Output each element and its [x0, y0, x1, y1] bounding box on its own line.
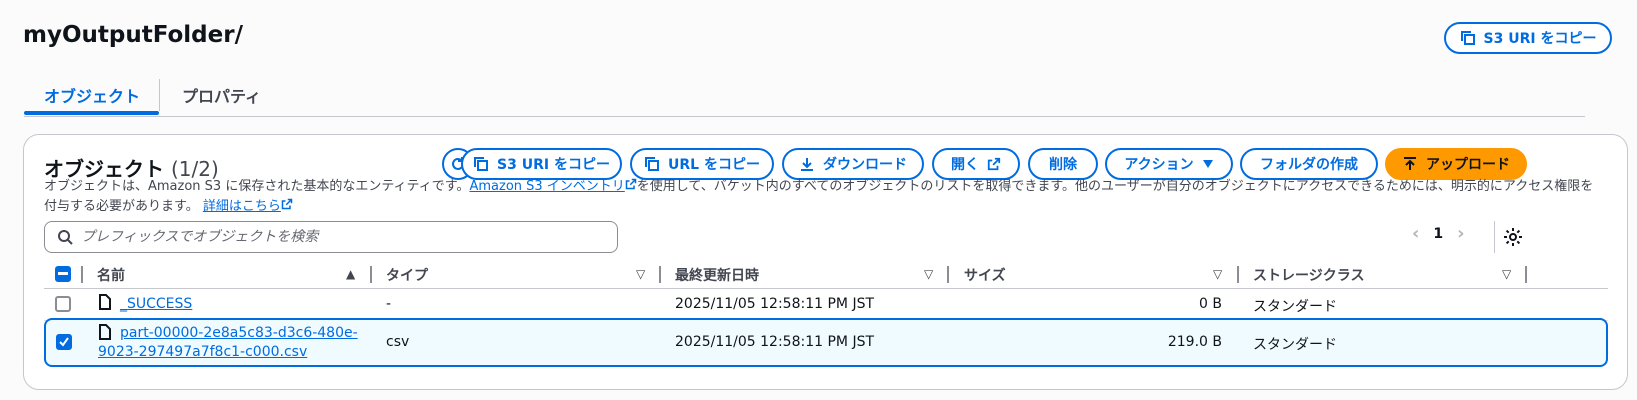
pager-divider — [1494, 221, 1495, 253]
objects-toolbar: S3 URI をコピー URL をコピー ダウンロード 開く 削除 アクション … — [24, 147, 1627, 181]
copy-s3-uri-button[interactable]: S3 URI をコピー — [1444, 22, 1612, 54]
column-header-storage-class[interactable]: ストレージクラス — [1253, 265, 1364, 285]
upload-icon — [1404, 157, 1416, 170]
sort-ascending-icon[interactable]: ▲ — [346, 267, 355, 281]
table-row[interactable]: _SUCCESS - 2025/11/05 12:58:11 PM JST 0 … — [44, 289, 1608, 321]
copy-s3-uri-toolbar-label: S3 URI をコピー — [497, 157, 610, 173]
inventory-link-label: Amazon S3 インベントリ — [469, 179, 625, 194]
copy-url-button[interactable]: URL をコピー — [630, 148, 774, 180]
copy-s3-uri-toolbar-button[interactable]: S3 URI をコピー — [461, 148, 622, 180]
object-size: 0 B — [1199, 296, 1222, 312]
learn-more-link[interactable]: 詳細はこちら — [202, 198, 293, 214]
column-header-last-modified[interactable]: 最終更新日時 — [675, 265, 759, 285]
tab-objects[interactable]: オブジェクト — [44, 83, 140, 107]
tab-divider — [159, 79, 160, 111]
actions-dropdown-button[interactable]: アクション — [1105, 148, 1233, 180]
prev-page-icon[interactable]: ‹ — [1412, 223, 1419, 244]
external-link-icon — [987, 157, 1001, 171]
sort-icon[interactable]: ▽ — [1502, 267, 1511, 281]
actions-label: アクション — [1124, 157, 1194, 173]
copy-icon — [474, 157, 489, 171]
search-field[interactable] — [44, 221, 618, 253]
column-separator — [81, 266, 83, 283]
search-icon — [58, 230, 73, 245]
external-link-icon — [625, 178, 637, 190]
object-storage-class: スタンダード — [1253, 299, 1337, 315]
create-folder-button[interactable]: フォルダの作成 — [1240, 148, 1378, 180]
file-icon — [99, 294, 111, 310]
sort-icon[interactable]: ▽ — [924, 267, 933, 281]
copy-url-label: URL をコピー — [668, 157, 760, 173]
row-checkbox[interactable] — [55, 296, 71, 312]
inventory-link[interactable]: Amazon S3 インベントリ — [469, 178, 637, 194]
open-label: 開く — [951, 157, 979, 173]
object-last-modified: 2025/11/05 12:58:11 PM JST — [675, 296, 875, 312]
column-header-type[interactable]: タイプ — [386, 265, 428, 285]
upload-label: アップロード — [1426, 157, 1510, 173]
checkmark-icon — [59, 337, 69, 347]
tab-bar: オブジェクト プロパティ — [24, 75, 1585, 117]
object-type: - — [386, 296, 392, 312]
column-header-name[interactable]: 名前 — [97, 265, 125, 285]
object-name-link-line-1[interactable]: part-00000-2e8a5c83-d3c6-480e- — [120, 325, 358, 341]
learn-more-label: 詳細はこちら — [202, 199, 281, 214]
objects-panel: オブジェクト (1/2) S3 URI をコピー URL をコピー ダウンロード… — [23, 134, 1628, 390]
objects-table: 名前 ▲ タイプ ▽ 最終更新日時 ▽ サイズ ▽ ストレージクラス ▽ _SU… — [44, 259, 1608, 367]
copy-icon — [1460, 31, 1475, 45]
external-link-icon — [281, 198, 293, 210]
next-page-icon[interactable]: › — [1457, 223, 1464, 244]
object-type: csv — [386, 334, 410, 350]
page-title: myOutputFolder/ — [23, 22, 243, 48]
upload-button[interactable]: アップロード — [1385, 148, 1527, 180]
indeterminate-icon — [58, 272, 68, 275]
column-separator — [659, 266, 661, 283]
object-storage-class: スタンダード — [1253, 337, 1337, 353]
row-checkbox[interactable] — [56, 334, 72, 350]
copy-icon — [645, 157, 660, 171]
delete-button[interactable]: 削除 — [1028, 148, 1098, 180]
copy-s3-uri-label: S3 URI をコピー — [1483, 31, 1597, 47]
open-button[interactable]: 開く — [932, 148, 1020, 180]
download-button[interactable]: ダウンロード — [782, 148, 924, 180]
column-separator — [370, 266, 372, 283]
select-all-checkbox[interactable] — [55, 266, 71, 282]
create-folder-label: フォルダの作成 — [1260, 157, 1358, 173]
table-row-selected[interactable]: part-00000-2e8a5c83-d3c6-480e- 9023-2974… — [44, 318, 1608, 367]
caret-down-icon — [1202, 160, 1213, 168]
current-page[interactable]: 1 — [1433, 226, 1443, 242]
object-last-modified: 2025/11/05 12:58:11 PM JST — [675, 334, 875, 350]
file-icon — [99, 324, 111, 340]
tab-properties[interactable]: プロパティ — [182, 83, 261, 107]
delete-label: 削除 — [1049, 157, 1077, 173]
column-header-size[interactable]: サイズ — [964, 265, 1006, 285]
download-icon — [801, 158, 813, 171]
object-name-link[interactable]: _SUCCESS — [120, 296, 192, 312]
table-header: 名前 ▲ タイプ ▽ 最終更新日時 ▽ サイズ ▽ ストレージクラス ▽ — [44, 259, 1608, 289]
column-separator — [1237, 266, 1239, 283]
column-separator — [947, 266, 949, 283]
sort-icon[interactable]: ▽ — [636, 267, 645, 281]
object-size: 219.0 B — [1167, 334, 1222, 350]
pagination: ‹ 1 › — [1412, 223, 1465, 244]
sort-icon[interactable]: ▽ — [1213, 267, 1222, 281]
panel-description: オブジェクトは、Amazon S3 に保存された基本的なエンティティです。Ama… — [44, 177, 1604, 217]
description-text-1: オブジェクトは、Amazon S3 に保存された基本的なエンティティです。 — [44, 179, 470, 194]
active-tab-indicator — [24, 111, 159, 115]
download-label: ダウンロード — [823, 157, 907, 173]
column-separator — [1525, 266, 1527, 283]
object-name-link-line-2[interactable]: 9023-297497a7f8c1-c000.csv — [98, 344, 307, 360]
settings-gear-icon[interactable] — [1502, 226, 1524, 248]
search-input[interactable] — [81, 229, 581, 245]
